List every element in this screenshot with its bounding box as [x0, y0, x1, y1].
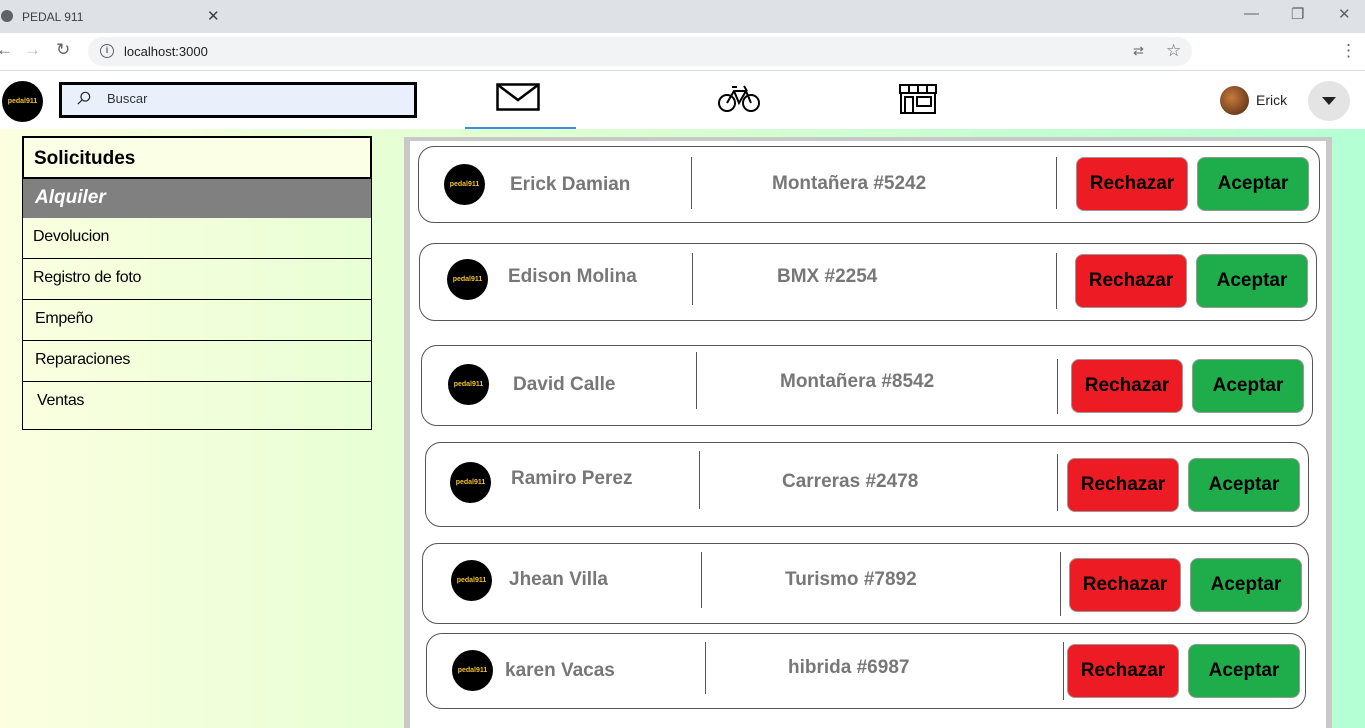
reload-icon[interactable]: ↻ — [56, 40, 70, 60]
url-text: localhost:3000 — [124, 44, 208, 59]
divider — [1063, 642, 1064, 700]
globe-icon — [1, 10, 13, 22]
request-avatar: pedal911 — [451, 560, 492, 601]
divider — [691, 157, 692, 209]
minimize-icon[interactable]: — — [1244, 5, 1259, 22]
avatar[interactable] — [1220, 86, 1249, 115]
request-bike: Montañera #5242 — [772, 173, 927, 194]
reject-button[interactable]: Rechazar — [1067, 458, 1179, 512]
reject-button[interactable]: Rechazar — [1076, 157, 1188, 211]
requests-panel: pedal911 Erick Damian Montañera #5242 Re… — [404, 137, 1332, 728]
browser-tab[interactable]: PEDAL 911 ✕ — [0, 0, 230, 33]
request-avatar: pedal911 — [447, 259, 488, 300]
divider — [1056, 157, 1057, 209]
search-box[interactable] — [59, 82, 417, 118]
main-area: Solicitudes Alquiler Devolucion Registro… — [0, 129, 1365, 728]
accept-button[interactable]: Aceptar — [1190, 558, 1302, 612]
divider — [1057, 359, 1058, 414]
divider — [692, 253, 693, 305]
logo[interactable]: pedal911 — [2, 81, 43, 122]
request-card: pedal911 Jhean Villa Turismo #7892 Recha… — [422, 543, 1309, 624]
sidebar-item-alquiler[interactable]: Alquiler — [22, 179, 372, 218]
store-icon[interactable] — [898, 83, 938, 115]
divider — [1057, 454, 1058, 511]
request-avatar: pedal911 — [444, 164, 485, 205]
request-card: pedal911 karen Vacas hibrida #6987 Recha… — [426, 633, 1306, 709]
request-name: Jhean Villa — [509, 569, 608, 590]
divider — [696, 352, 697, 409]
request-name: Ramiro Perez — [511, 468, 633, 489]
search-input[interactable] — [107, 91, 397, 106]
browser-toolbar: ← → ↻ i localhost:3000 ⇄ ☆ ⋮ — [0, 33, 1365, 71]
sidebar-item-empeno[interactable]: Empeño — [22, 300, 372, 341]
reject-button[interactable]: Rechazar — [1069, 558, 1181, 612]
window-close-icon[interactable]: ✕ — [1338, 5, 1351, 23]
request-name: David Calle — [513, 374, 616, 395]
forward-icon[interactable]: → — [24, 40, 41, 60]
bicycle-icon[interactable] — [718, 83, 760, 113]
mail-icon[interactable] — [496, 83, 540, 111]
request-name: Edison Molina — [508, 266, 637, 287]
reject-button[interactable]: Rechazar — [1075, 254, 1187, 308]
request-name: karen Vacas — [505, 660, 615, 681]
divider — [1056, 253, 1057, 309]
accept-button[interactable]: Aceptar — [1188, 458, 1300, 512]
star-icon[interactable]: ☆ — [1166, 41, 1181, 61]
browser-tabbar: PEDAL 911 ✕ — ❐ ✕ — [0, 0, 1365, 33]
sidebar-item-devolucion[interactable]: Devolucion — [22, 218, 372, 259]
request-bike: BMX #2254 — [777, 266, 878, 287]
request-bike: Turismo #7892 — [785, 569, 917, 590]
app-header: pedal911 Erick — [0, 71, 1365, 129]
accept-button[interactable]: Aceptar — [1197, 157, 1309, 211]
search-icon — [77, 91, 91, 105]
sidebar-item-ventas[interactable]: Ventas — [22, 382, 372, 430]
accept-button[interactable]: Aceptar — [1196, 254, 1308, 308]
request-avatar: pedal911 — [450, 462, 491, 503]
restore-icon[interactable]: ❐ — [1291, 5, 1304, 23]
address-bar[interactable]: i localhost:3000 ⇄ ☆ — [88, 37, 1192, 66]
tab-close-icon[interactable]: ✕ — [207, 7, 220, 25]
translate-icon[interactable]: ⇄ — [1133, 43, 1144, 59]
sidebar: Solicitudes Alquiler Devolucion Registro… — [22, 136, 372, 430]
chevron-down-icon — [1322, 97, 1336, 105]
user-name[interactable]: Erick — [1256, 92, 1287, 108]
sidebar-item-registro-de-foto[interactable]: Registro de foto — [22, 259, 372, 300]
reject-button[interactable]: Rechazar — [1071, 359, 1183, 413]
divider — [701, 552, 702, 608]
user-menu-button[interactable] — [1308, 81, 1350, 121]
divider — [699, 451, 700, 509]
accept-button[interactable]: Aceptar — [1188, 644, 1300, 698]
info-icon[interactable]: i — [100, 44, 114, 58]
request-avatar: pedal911 — [448, 364, 489, 405]
divider — [1060, 552, 1061, 616]
request-bike: hibrida #6987 — [788, 657, 910, 678]
kebab-menu-icon[interactable]: ⋮ — [1340, 41, 1357, 61]
request-card: pedal911 David Calle Montañera #8542 Rec… — [421, 345, 1313, 426]
sidebar-title: Solicitudes — [22, 136, 372, 179]
tab-title: PEDAL 911 — [22, 10, 84, 24]
request-card: pedal911 Erick Damian Montañera #5242 Re… — [418, 146, 1320, 223]
request-bike: Carreras #2478 — [782, 471, 919, 492]
sidebar-item-reparaciones[interactable]: Reparaciones — [22, 341, 372, 382]
request-card: pedal911 Ramiro Perez Carreras #2478 Rec… — [425, 442, 1309, 527]
divider — [705, 642, 706, 694]
request-name: Erick Damian — [510, 174, 631, 195]
back-icon[interactable]: ← — [0, 40, 13, 60]
accept-button[interactable]: Aceptar — [1192, 359, 1304, 413]
request-card: pedal911 Edison Molina BMX #2254 Rechaza… — [419, 243, 1317, 321]
reject-button[interactable]: Rechazar — [1067, 644, 1179, 698]
request-avatar: pedal911 — [452, 650, 493, 691]
request-bike: Montañera #8542 — [780, 371, 935, 392]
